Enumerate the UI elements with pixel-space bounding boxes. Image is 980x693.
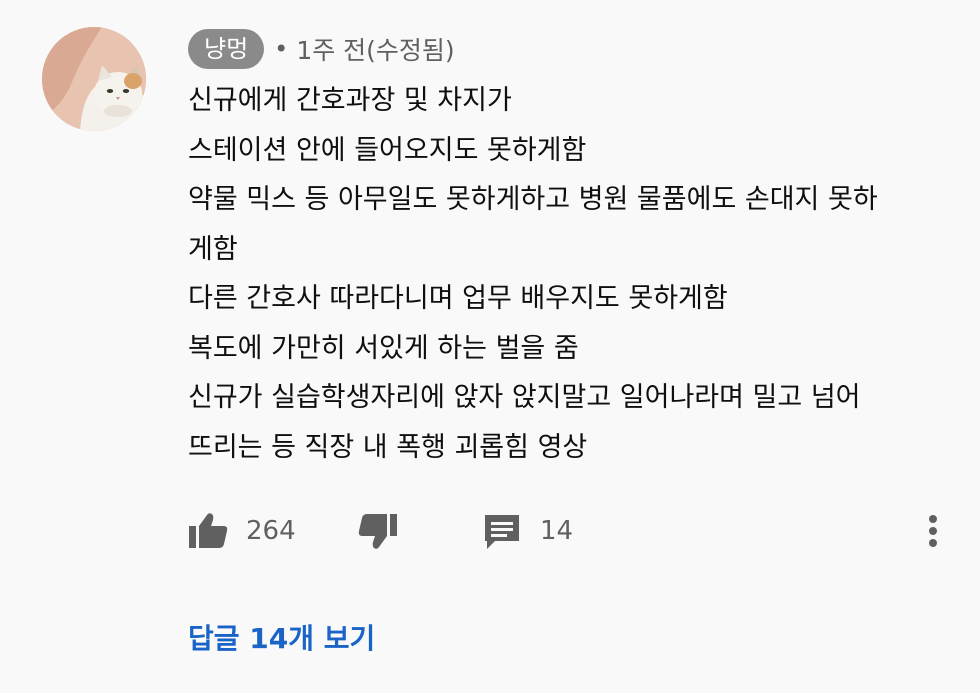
comment-header: 냥멍 • 1주 전(수정됨) (188, 29, 455, 69)
comment-line: 뜨리는 등 직장 내 폭행 괴롭힘 영상 (188, 431, 588, 463)
reply-button[interactable]: 14 (483, 505, 573, 557)
dislike-button[interactable] (356, 505, 398, 557)
avatar[interactable] (42, 27, 146, 131)
reply-count: 14 (540, 516, 574, 546)
thumbs-down-icon (356, 511, 398, 551)
more-options-button[interactable] (923, 505, 943, 557)
timestamp[interactable]: 1주 전(수정됨) (296, 31, 454, 67)
comment-icon (483, 511, 521, 551)
more-vertical-icon (923, 511, 943, 551)
comment-actions: 264 14 (188, 505, 948, 557)
comment-text: 신규에게 간호과장 및 차지가 스테이션 안에 들어오지도 못하게함 약물 믹스… (188, 76, 948, 472)
comment-line: 스테이션 안에 들어오지도 못하게함 (188, 134, 587, 166)
view-replies-link[interactable]: 답글 14개 보기 (188, 617, 375, 661)
like-button[interactable]: 264 (188, 505, 296, 557)
like-count: 264 (246, 516, 296, 546)
comment-line: 복도에 가만히 서있게 하는 벌을 줌 (188, 332, 579, 364)
comment-line: 약물 믹스 등 아무일도 못하게하고 병원 물품에도 손대지 못하 (188, 184, 878, 215)
comment-thread: 냥멍 • 1주 전(수정됨) 신규에게 간호과장 및 차지가 스테이션 안에 들… (0, 0, 980, 693)
meta-separator: • (274, 35, 289, 63)
author-badge[interactable]: 냥멍 (188, 29, 265, 69)
comment-line: 게함 (188, 233, 238, 265)
comment-line: 신규가 실습학생자리에 앉자 앉지말고 일어나라며 밀고 넘어 (188, 382, 861, 413)
comment-line: 신규에게 간호과장 및 차지가 (188, 85, 512, 116)
cat-avatar-icon (42, 27, 146, 131)
comment-line: 다른 간호사 따라다니며 업무 배우지도 못하게함 (188, 283, 728, 314)
thumbs-up-icon (188, 511, 230, 551)
